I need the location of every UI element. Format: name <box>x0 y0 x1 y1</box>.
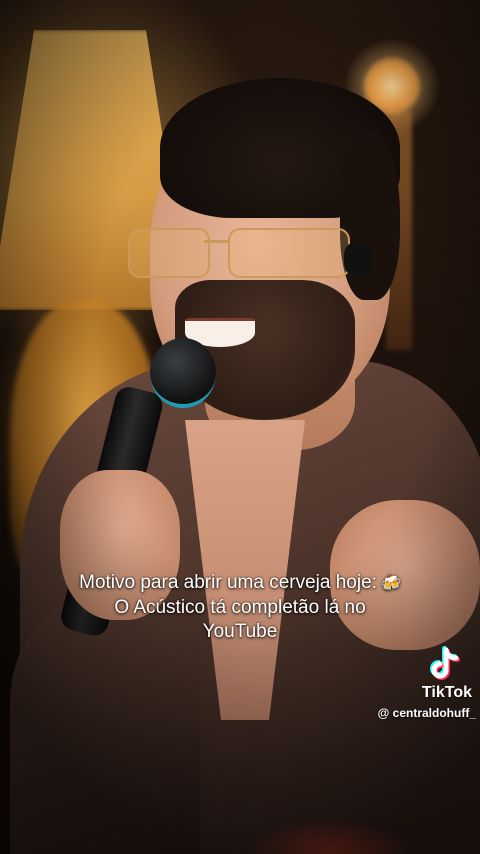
tiktok-brand-label: TikTok <box>421 684 472 701</box>
tiktok-logo-icon <box>430 646 460 680</box>
beer-mugs-icon: 🍻 <box>380 575 401 592</box>
video-caption: Motivo para abrir uma cerveja hoje: 🍻 O A… <box>20 571 460 644</box>
in-ear-monitor <box>344 242 372 276</box>
microphone-head <box>150 338 216 408</box>
glasses-left-lens <box>128 228 210 278</box>
video-frame[interactable]: Motivo para abrir uma cerveja hoje: 🍻 O A… <box>0 0 480 854</box>
creator-handle[interactable]: @ centraldohuff_ <box>300 706 476 720</box>
caption-line-3: YouTube <box>202 621 278 642</box>
glasses-right-lens <box>228 228 350 278</box>
glasses-bridge <box>204 240 230 243</box>
glasses <box>128 222 358 282</box>
caption-line-2: O Acústico tá completão lá no <box>114 597 366 618</box>
caption-line-1-text: Motivo para abrir uma cerveja hoje: <box>79 572 377 593</box>
caption-line-1: Motivo para abrir uma cerveja hoje: 🍻 <box>20 571 460 596</box>
singer <box>0 0 480 854</box>
bottom-light-glow <box>250 820 410 854</box>
